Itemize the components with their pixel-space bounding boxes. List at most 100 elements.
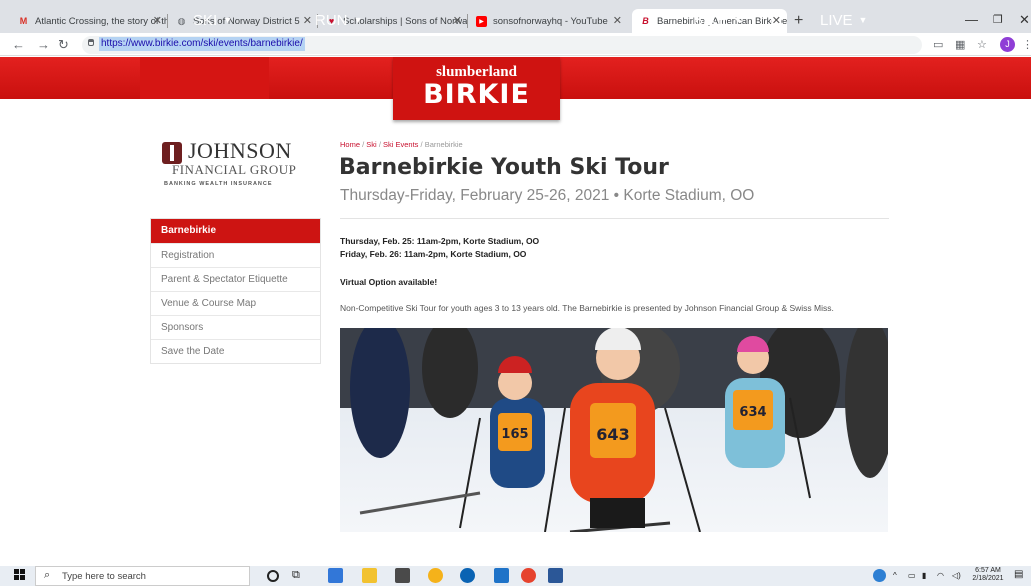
- cast-icon[interactable]: ▭: [933, 38, 943, 51]
- battery-icon[interactable]: ▮: [922, 571, 926, 580]
- page-subtitle: Thursday-Friday, February 25-26, 2021 • …: [340, 187, 755, 204]
- close-icon[interactable]: ✕: [153, 14, 162, 27]
- reload-icon[interactable]: ↻: [58, 37, 69, 53]
- sponsor-line2: FINANCIAL GROUP: [172, 162, 297, 177]
- sidebar-item-save-the-date[interactable]: Save the Date: [151, 339, 320, 363]
- sidebar-item-venue-map[interactable]: Venue & Course Map: [151, 291, 320, 315]
- logo-main-text: BIRKIE: [423, 79, 530, 110]
- close-icon[interactable]: ✕: [303, 14, 312, 27]
- taskbar-search[interactable]: ⌕ Type here to search: [35, 566, 250, 586]
- bib-165: 165: [501, 427, 528, 442]
- help-icon[interactable]: [873, 569, 886, 582]
- sidebar-menu: Barnebirkie Registration Parent & Specta…: [150, 218, 321, 364]
- divider: [340, 218, 889, 219]
- site-logo[interactable]: slumberland BIRKIE: [393, 57, 560, 120]
- close-window-button[interactable]: ✕: [1019, 12, 1030, 28]
- breadcrumb-ski-events[interactable]: Ski Events: [383, 140, 418, 149]
- new-tab-button[interactable]: +: [794, 12, 803, 30]
- nav-ski[interactable]: SKI ▼: [193, 12, 232, 29]
- breadcrumb-separator: /: [362, 140, 365, 149]
- address-bar[interactable]: https://www.birkie.com/ski/events/barneb…: [82, 36, 922, 54]
- event-photo: 165 643 634: [340, 328, 888, 532]
- store-icon[interactable]: [395, 568, 410, 583]
- qr-icon[interactable]: ▦: [955, 38, 965, 51]
- breadcrumb-separator: /: [378, 140, 381, 149]
- task-view-icon[interactable]: ⧉: [292, 568, 307, 583]
- cortana-icon[interactable]: [267, 570, 279, 582]
- restore-button[interactable]: ❐: [993, 13, 1003, 26]
- word-icon[interactable]: [548, 568, 563, 583]
- chrome-icon[interactable]: [521, 568, 536, 583]
- app-icon-2[interactable]: [428, 568, 443, 583]
- bib-643: 643: [596, 425, 629, 444]
- url-text[interactable]: https://www.birkie.com/ski/events/barneb…: [99, 37, 305, 51]
- bib-634: 634: [739, 405, 766, 420]
- breadcrumb-home[interactable]: Home: [340, 140, 360, 149]
- menu-icon[interactable]: ⋮: [1022, 38, 1031, 51]
- mail-icon[interactable]: [494, 568, 509, 583]
- johnson-mark-icon: [162, 142, 182, 164]
- search-icon: ⌕: [44, 569, 51, 581]
- browser-toolbar: ← → ↻ https://www.birkie.com/ski/events/…: [0, 33, 1031, 56]
- clock-time: 6:57 AM: [975, 567, 1001, 574]
- profile-avatar[interactable]: J: [1000, 37, 1015, 52]
- sidebar-item-sponsors[interactable]: Sponsors: [151, 315, 320, 339]
- nav-run[interactable]: RUN ▼: [315, 12, 362, 29]
- close-icon[interactable]: ✕: [771, 14, 781, 27]
- volume-icon[interactable]: ◁): [952, 571, 961, 580]
- file-explorer-icon[interactable]: [362, 568, 377, 583]
- virtual-option-text: Virtual Option available!: [340, 277, 438, 287]
- taskbar: ⌕ Type here to search ⧉ ^ ▭ ▮ ◠ ◁) 6:57 …: [0, 566, 1031, 586]
- breadcrumb-ski[interactable]: Ski: [366, 140, 376, 149]
- nav-run-label: RUN: [315, 12, 348, 29]
- globe-icon: ◍: [177, 15, 186, 26]
- browser-tab-strip: M Atlantic Crossing, the story of the ✕ …: [0, 0, 1031, 33]
- nav-ski-highlight: [140, 57, 269, 99]
- close-icon[interactable]: ✕: [453, 14, 462, 27]
- network-icon[interactable]: ▭: [908, 571, 916, 580]
- back-icon[interactable]: ←: [12, 37, 25, 52]
- tab-label: sonsofnorwayhq - YouTube: [493, 15, 608, 27]
- gmail-icon: M: [19, 16, 28, 26]
- schedule-line-2: Friday, Feb. 26: 11am-2pm, Korte Stadium…: [340, 249, 527, 259]
- schedule-line-1: Thursday, Feb. 25: 11am-2pm, Korte Stadi…: [340, 236, 540, 246]
- sponsor-line3: BANKING WEALTH INSURANCE: [164, 181, 273, 187]
- caret-down-icon: ▼: [223, 15, 233, 25]
- sponsor-name: JOHNSON: [188, 138, 292, 163]
- nav-bike-label: BIKE: [693, 12, 728, 29]
- tab-gmail[interactable]: M Atlantic Crossing, the story of the ✕: [10, 9, 168, 33]
- sidebar-item-etiquette[interactable]: Parent & Spectator Etiquette: [151, 267, 320, 291]
- breadcrumb-separator: /: [420, 140, 423, 149]
- caret-down-icon: ▼: [858, 15, 868, 25]
- nav-live-label: LIVE: [820, 12, 853, 29]
- birkie-icon: B: [642, 16, 649, 26]
- tab-youtube[interactable]: ▶ sonsofnorwayhq - YouTube ✕: [468, 9, 628, 33]
- minimize-button[interactable]: —: [965, 12, 978, 27]
- tab-label: Atlantic Crossing, the story of the: [35, 15, 168, 27]
- forward-icon[interactable]: →: [37, 37, 50, 52]
- app-icon-1[interactable]: [328, 568, 343, 583]
- star-icon[interactable]: ☆: [977, 38, 987, 51]
- search-placeholder: Type here to search: [62, 571, 146, 582]
- nav-ski-label: SKI: [193, 12, 218, 29]
- page-title: Barnebirkie Youth Ski Tour: [339, 155, 669, 180]
- breadcrumb-current: Barnebirkie: [424, 140, 463, 149]
- lock-icon: [88, 39, 94, 46]
- wifi-icon[interactable]: ◠: [937, 571, 944, 580]
- windows-start-icon[interactable]: [14, 569, 25, 580]
- caret-down-icon: ▼: [733, 15, 743, 25]
- notifications-icon[interactable]: ▤: [1014, 569, 1023, 580]
- close-icon[interactable]: ✕: [613, 14, 622, 27]
- caret-down-icon: ▼: [353, 15, 363, 25]
- youtube-icon: ▶: [476, 15, 487, 27]
- event-description: Non-Competitive Ski Tour for youth ages …: [340, 303, 834, 313]
- tab-district5[interactable]: ◍ Sons of Norway District 5 ✕: [168, 9, 318, 33]
- nav-bike[interactable]: BIKE ▼: [693, 12, 742, 29]
- tray-chevron-icon[interactable]: ^: [893, 571, 897, 580]
- clock[interactable]: 6:57 AM 2/18/2021: [972, 567, 1004, 583]
- breadcrumb: Home / Ski / Ski Events / Barnebirkie: [340, 140, 463, 149]
- sidebar-item-registration[interactable]: Registration: [151, 243, 320, 267]
- hp-icon[interactable]: [460, 568, 475, 583]
- nav-live[interactable]: LIVE ▼: [820, 12, 867, 29]
- sidebar-item-barnebirkie[interactable]: Barnebirkie: [151, 219, 320, 243]
